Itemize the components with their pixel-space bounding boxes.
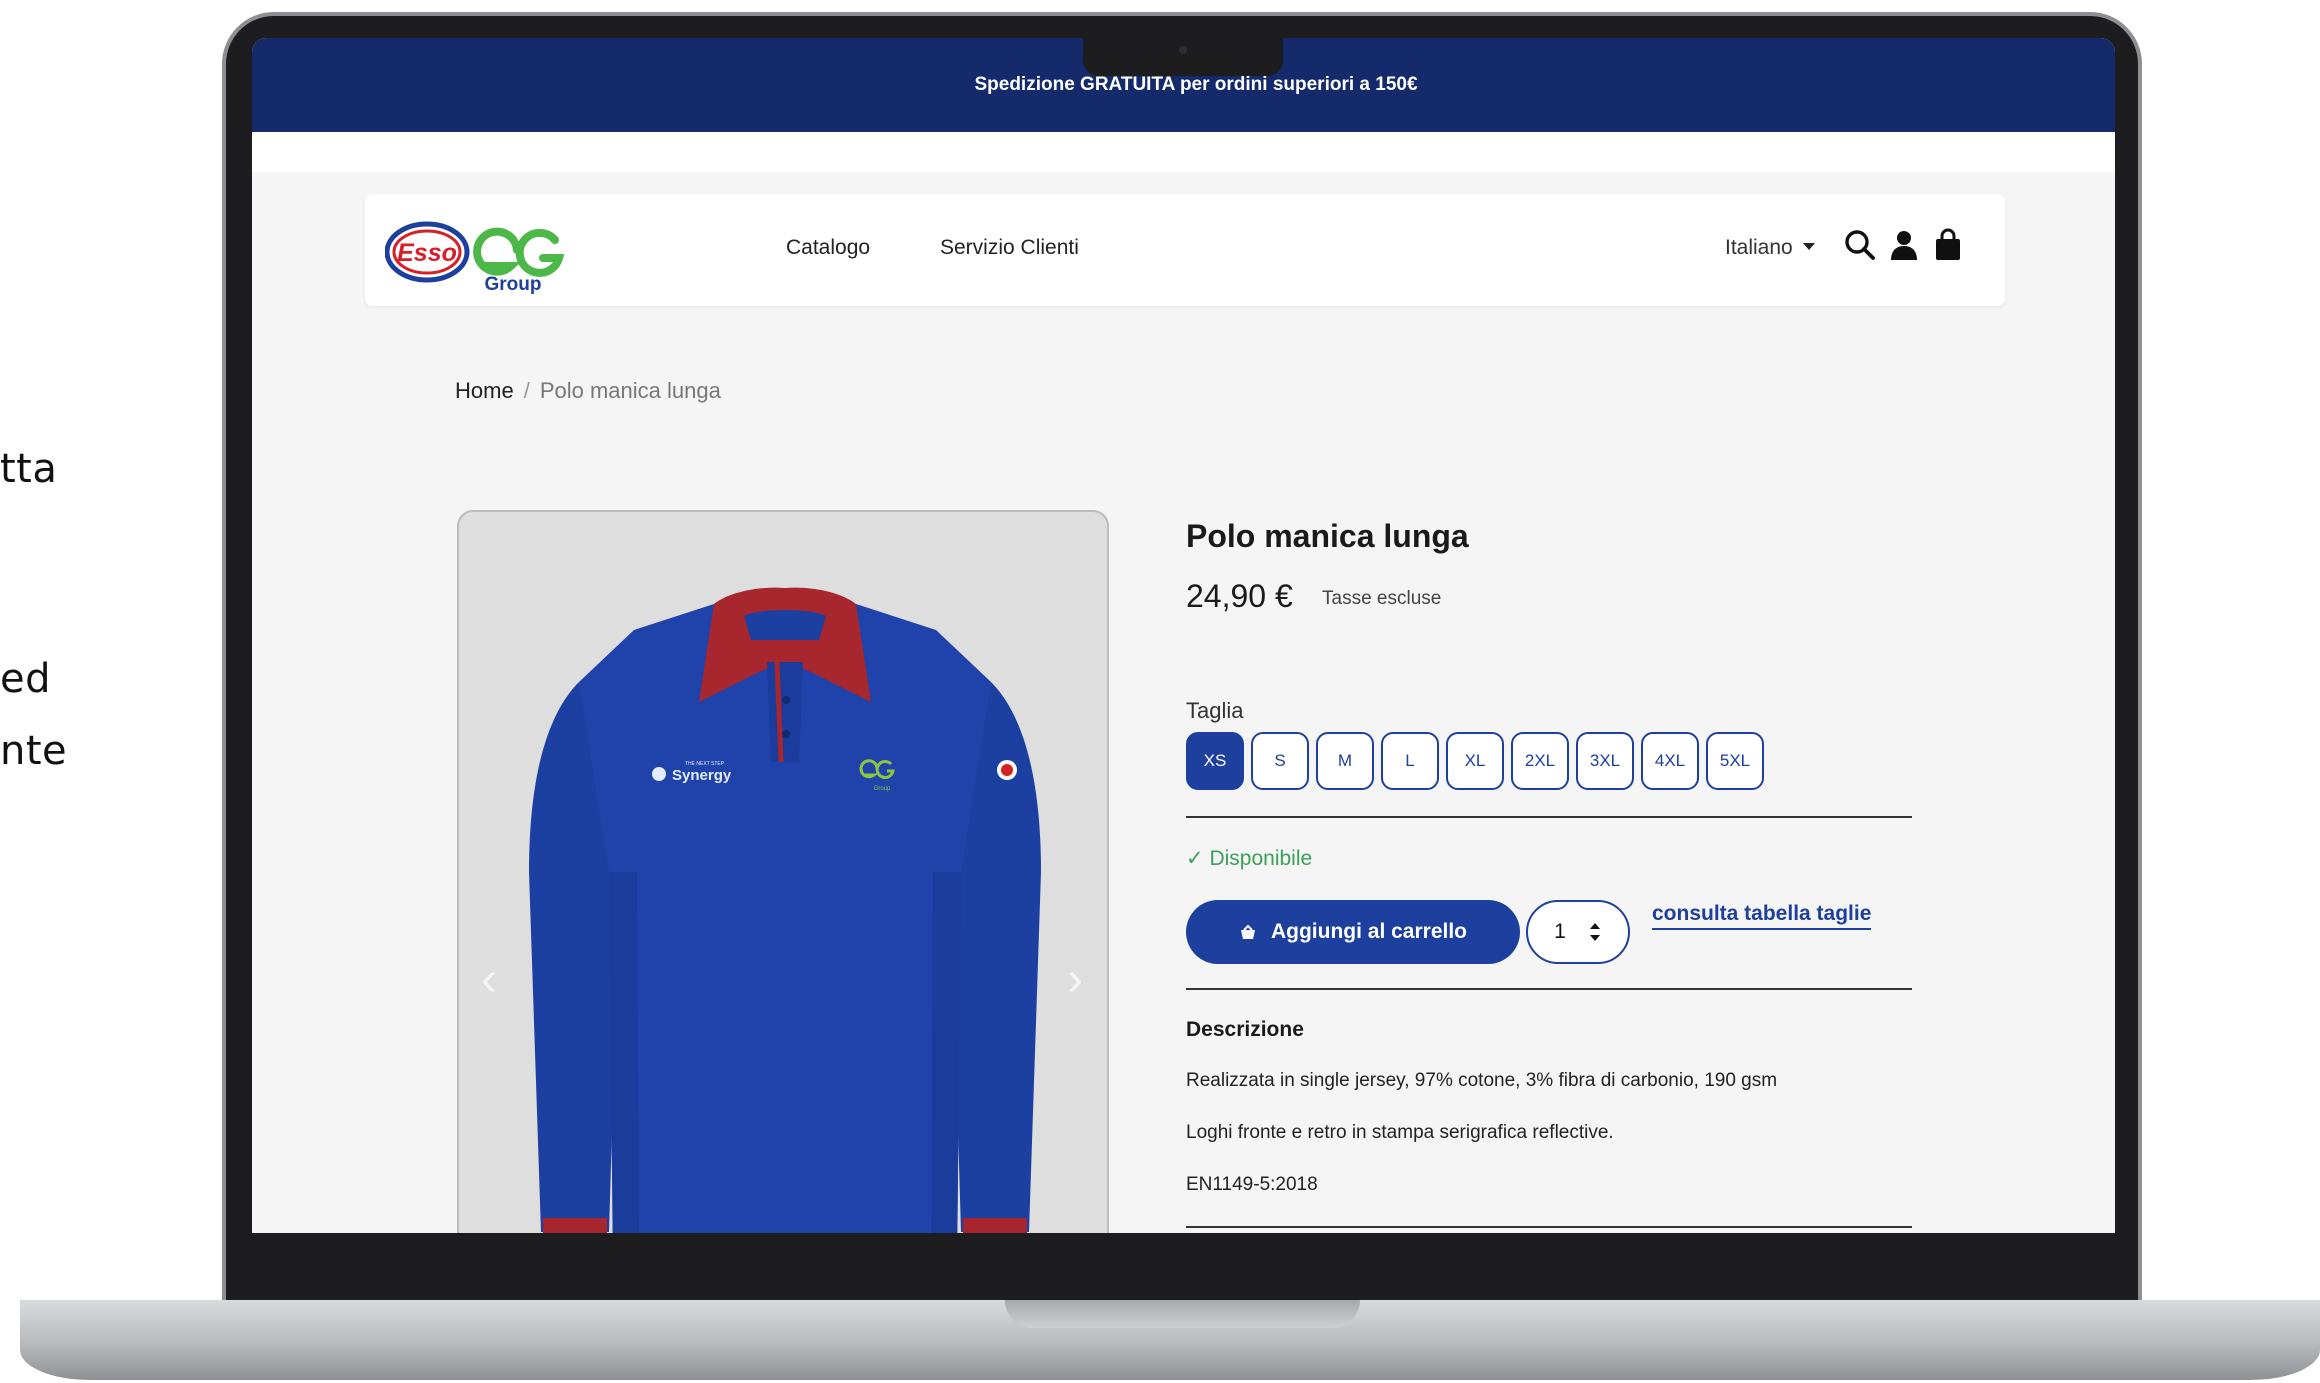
promo-spacer: [252, 132, 2115, 172]
nav-catalogo[interactable]: Catalogo: [786, 236, 870, 260]
synergy-logo-small-text: THE NEXT STEP: [685, 761, 725, 767]
add-to-cart-button[interactable]: Aggiungi al carrello: [1186, 900, 1520, 964]
description-line: Loghi fronte e retro in stampa serigrafi…: [1186, 1122, 1614, 1143]
slide: tta ed nte Spedizione GRATUITA per ordin…: [0, 0, 2320, 1383]
site-header: Esso Group Catalogo Servizio Clienti Ita…: [365, 194, 2005, 306]
synergy-logo-text: Synergy: [672, 767, 732, 784]
size-option-l[interactable]: L: [1381, 732, 1439, 790]
quantity-value: 1: [1554, 920, 1566, 943]
description-title: Descrizione: [1186, 1018, 1304, 1041]
divider: [1186, 988, 1912, 990]
nav-servizio-clienti[interactable]: Servizio Clienti: [940, 236, 1079, 260]
user-icon[interactable]: [1887, 228, 1921, 262]
breadcrumb-separator: /: [523, 378, 530, 403]
bag-icon[interactable]: [1931, 228, 1965, 262]
breadcrumb: Home / Polo manica lunga: [455, 378, 721, 404]
product-image-gallery[interactable]: Synergy THE NEXT STEP Group ‹ ›: [457, 510, 1109, 1233]
group-wordmark: Group: [485, 274, 542, 294]
browser-screen: Spedizione GRATUITA per ordini superiori…: [252, 38, 2115, 1233]
size-option-s[interactable]: S: [1251, 732, 1309, 790]
description-line: EN1149-5:2018: [1186, 1174, 1318, 1195]
laptop-opening-notch: [1005, 1300, 1360, 1328]
tax-note: Tasse escluse: [1322, 588, 1442, 609]
search-icon[interactable]: [1843, 228, 1877, 262]
eg-chest-logo-text: Group: [874, 786, 891, 792]
camera-notch: [1083, 36, 1283, 76]
stepper-arrows-icon[interactable]: [1588, 919, 1602, 945]
size-option-xs[interactable]: XS: [1186, 732, 1244, 790]
basket-icon: [1240, 924, 1255, 939]
divider: [1186, 1226, 1912, 1228]
product-title: Polo manica lunga: [1186, 518, 1469, 554]
size-option-5xl[interactable]: 5XL: [1706, 732, 1764, 790]
size-option-m[interactable]: M: [1316, 732, 1374, 790]
size-option-3xl[interactable]: 3XL: [1576, 732, 1634, 790]
size-option-4xl[interactable]: 4XL: [1641, 732, 1699, 790]
polo-shirt-image: Synergy THE NEXT STEP Group: [529, 587, 1041, 1233]
chevron-down-icon: [1802, 243, 1815, 250]
quantity-stepper[interactable]: 1: [1526, 900, 1630, 964]
size-label: Taglia: [1186, 698, 1244, 723]
laptop-chin: [226, 1232, 2138, 1302]
size-option-2xl[interactable]: 2XL: [1511, 732, 1569, 790]
size-option-xl[interactable]: XL: [1446, 732, 1504, 790]
breadcrumb-current: Polo manica lunga: [539, 378, 721, 403]
breadcrumb-home[interactable]: Home: [455, 378, 514, 403]
promo-text: Spedizione GRATUITA per ordini superiori…: [974, 74, 1418, 95]
side-text-line-1: tta: [0, 446, 58, 492]
side-text-line-3: nte: [0, 728, 68, 774]
add-to-cart-label: Aggiungi al carrello: [1270, 920, 1468, 943]
availability-status: ✓ Disponibile: [1186, 846, 1312, 871]
size-selector: XS S M L XL 2XL 3XL 4XL 5XL: [1186, 732, 1764, 790]
availability-label: Disponibile: [1209, 847, 1313, 870]
language-label: Italiano: [1725, 236, 1793, 259]
esso-wordmark: Esso: [397, 239, 457, 267]
side-text-line-2: ed: [0, 656, 51, 702]
size-chart-link[interactable]: consulta tabella taglie: [1652, 902, 1872, 930]
esso-eg-logo[interactable]: Esso Group: [384, 210, 585, 295]
check-icon: ✓: [1186, 847, 1204, 870]
gallery-prev-arrow[interactable]: ‹: [481, 952, 497, 1007]
product-price: 24,90 €: [1186, 578, 1293, 614]
divider: [1186, 816, 1912, 818]
gallery-next-arrow[interactable]: ›: [1067, 952, 1083, 1007]
description-line: Realizzata in single jersey, 97% cotone,…: [1186, 1070, 1778, 1091]
language-selector[interactable]: Italiano: [1725, 236, 1815, 260]
